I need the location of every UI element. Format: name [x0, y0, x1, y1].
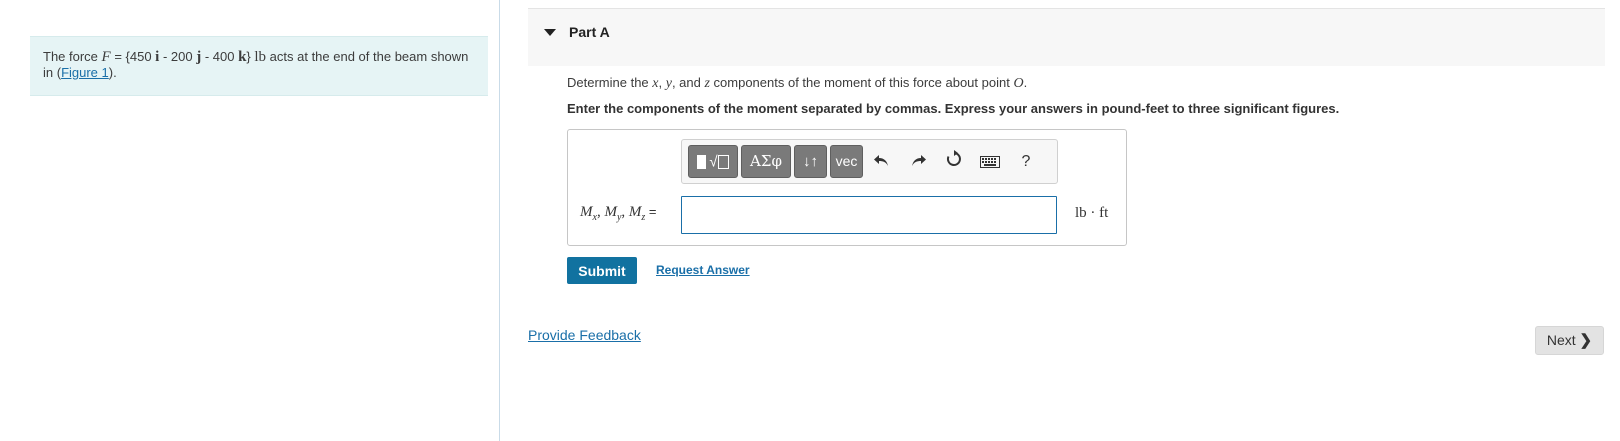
- keyboard-icon[interactable]: [978, 150, 1002, 174]
- reset-icon[interactable]: [942, 150, 966, 174]
- templates-button[interactable]: √: [688, 145, 738, 178]
- triangle-down-icon[interactable]: [544, 29, 556, 36]
- question-text-end: .: [1023, 75, 1028, 90]
- next-label: Next: [1546, 332, 1580, 348]
- problem-statement: The force F = {450 i - 200 j - 400 k} lb…: [30, 36, 488, 96]
- force-mid-2: - 400: [201, 49, 239, 64]
- undo-icon[interactable]: [869, 150, 893, 174]
- question-text-mid: components of the moment of this force a…: [709, 75, 1014, 90]
- provide-feedback-link[interactable]: Provide Feedback: [528, 327, 641, 343]
- label-m-y: M: [604, 204, 617, 220]
- question-instruction: Enter the components of the moment separ…: [567, 101, 1340, 116]
- label-m-x: M: [580, 204, 593, 220]
- figure-link[interactable]: Figure 1: [61, 65, 109, 80]
- symbols-button[interactable]: ΑΣφ: [741, 145, 791, 178]
- next-button[interactable]: Next ❯: [1535, 326, 1604, 355]
- arrows-button[interactable]: ↓↑: [794, 145, 827, 178]
- units-label: lb · ft: [1075, 205, 1109, 221]
- question-text-start: Determine the: [567, 75, 653, 90]
- answer-box: √ ΑΣφ ↓↑ vec ? Mx, My, Mz = lb · ft: [567, 129, 1127, 246]
- problem-text-end: ).: [108, 65, 117, 80]
- question-comma: ,: [658, 75, 666, 90]
- answer-input[interactable]: [681, 196, 1057, 234]
- question-and: , and: [671, 75, 705, 90]
- label-sep-2: ,: [621, 204, 629, 220]
- chevron-right-icon: ❯: [1579, 332, 1593, 349]
- submit-button[interactable]: Submit: [567, 257, 637, 284]
- part-title: Part A: [569, 24, 610, 40]
- request-answer-link[interactable]: Request Answer: [656, 263, 750, 277]
- label-m-z: M: [628, 204, 642, 220]
- help-icon[interactable]: ?: [1014, 150, 1038, 174]
- answer-label: Mx, My, Mz =: [580, 204, 657, 223]
- redo-icon[interactable]: [907, 150, 931, 174]
- problem-pane: The force F = {450 i - 200 j - 400 k} lb…: [0, 0, 500, 441]
- point-o: O: [1013, 76, 1024, 91]
- part-header[interactable]: Part A: [528, 8, 1605, 66]
- force-symbol: F: [101, 49, 111, 65]
- templates-icon: √: [697, 153, 729, 170]
- force-eq-open: = {450: [110, 49, 156, 64]
- math-toolbar: √ ΑΣφ ↓↑ vec ?: [681, 139, 1058, 184]
- label-equals: =: [645, 204, 657, 219]
- force-mid-1: - 200: [159, 49, 197, 64]
- force-unit: lb: [254, 49, 267, 65]
- problem-text-before: The force: [43, 49, 102, 64]
- question-text: Determine the x, y, and z components of …: [567, 75, 1027, 92]
- vec-button[interactable]: vec: [830, 145, 863, 178]
